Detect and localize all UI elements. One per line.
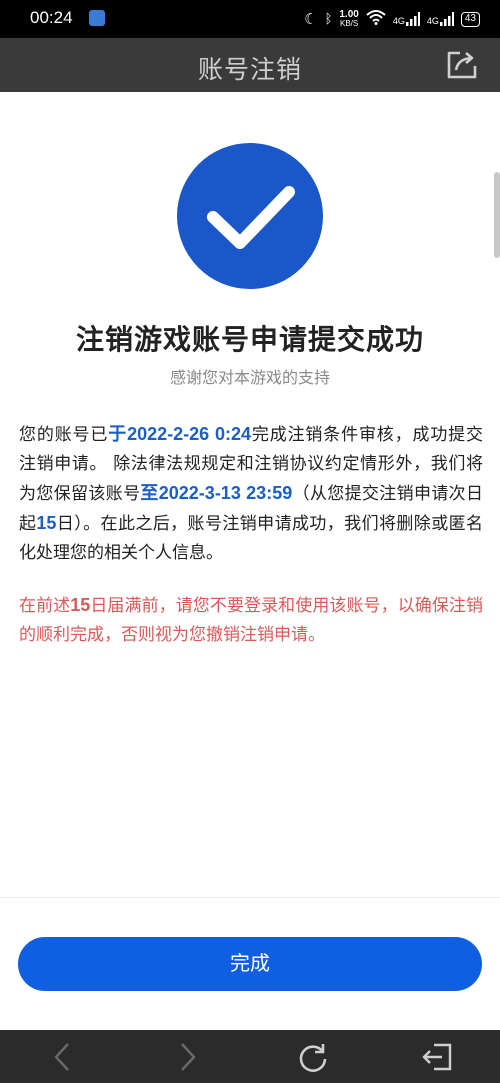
signal-icon-2: 4G	[427, 12, 454, 26]
speed-unit: KB/S	[339, 19, 359, 28]
bluetooth-icon: ᛒ	[324, 11, 333, 27]
status-icons: ☾ ᛒ 1.00 KB/S 4G 4G 43	[304, 6, 480, 32]
title-bar: 账号注销	[0, 38, 500, 92]
status-time: 00:24	[30, 8, 73, 27]
done-button[interactable]: 完成	[18, 937, 482, 991]
checkmark-icon	[207, 186, 295, 249]
share-button[interactable]	[446, 50, 478, 80]
back-button[interactable]	[46, 1040, 80, 1074]
speed-value: 1.00	[339, 9, 359, 20]
refresh-button[interactable]	[296, 1040, 330, 1074]
forward-button[interactable]	[170, 1040, 204, 1074]
footer-divider	[0, 897, 500, 898]
status-bar: 00:24 ☾ ᛒ 1.00 KB/S 4G 4G 43	[0, 0, 500, 38]
notice-text: 日）。在此之后，账号注销申请成功，我们将删除或匿名化处理您的相关个人信息。	[19, 514, 484, 563]
page-title: 账号注销	[197, 55, 302, 84]
notice-text: 您的账号已	[19, 425, 109, 445]
moon-icon: ☾	[304, 10, 318, 28]
warning-text: 在前述	[19, 596, 71, 616]
battery-indicator: 43	[460, 11, 480, 27]
network-speed: 1.00 KB/S	[339, 9, 359, 29]
warning-paragraph: 在前述15日届满前，请您不要登录和使用该账号，以确保注销的顺利完成，否则视为您撤…	[19, 591, 483, 650]
share-icon	[447, 51, 477, 79]
notice-paragraph: 您的账号已于2022-2-26 0:24完成注销条件审核，成功提交注销申请。 除…	[19, 420, 483, 568]
refresh-icon	[299, 1044, 327, 1072]
scroll-indicator[interactable]	[494, 172, 500, 258]
submit-date: 于2022-2-26 0:24	[108, 424, 252, 444]
success-badge	[177, 143, 323, 289]
result-title: 注销游戏账号申请提交成功	[75, 323, 424, 356]
exit-button[interactable]	[420, 1040, 454, 1074]
signal-1-label: 4G	[392, 16, 405, 26]
back-arrow-icon	[54, 1043, 69, 1071]
forward-arrow-icon	[181, 1043, 196, 1071]
signal-icon-1: 4G	[393, 12, 420, 26]
warning-days: 15	[70, 595, 91, 615]
app-notification-icon	[89, 10, 105, 26]
bottom-nav-bar	[0, 1030, 500, 1083]
result-subtitle: 感谢您对本游戏的支持	[169, 368, 330, 387]
retention-deadline: 至2022-3-13 23:59	[140, 483, 293, 503]
wifi-icon	[366, 9, 386, 29]
signal-2-label: 4G	[426, 16, 439, 26]
exit-icon	[422, 1043, 452, 1071]
retention-days: 15	[36, 513, 57, 533]
